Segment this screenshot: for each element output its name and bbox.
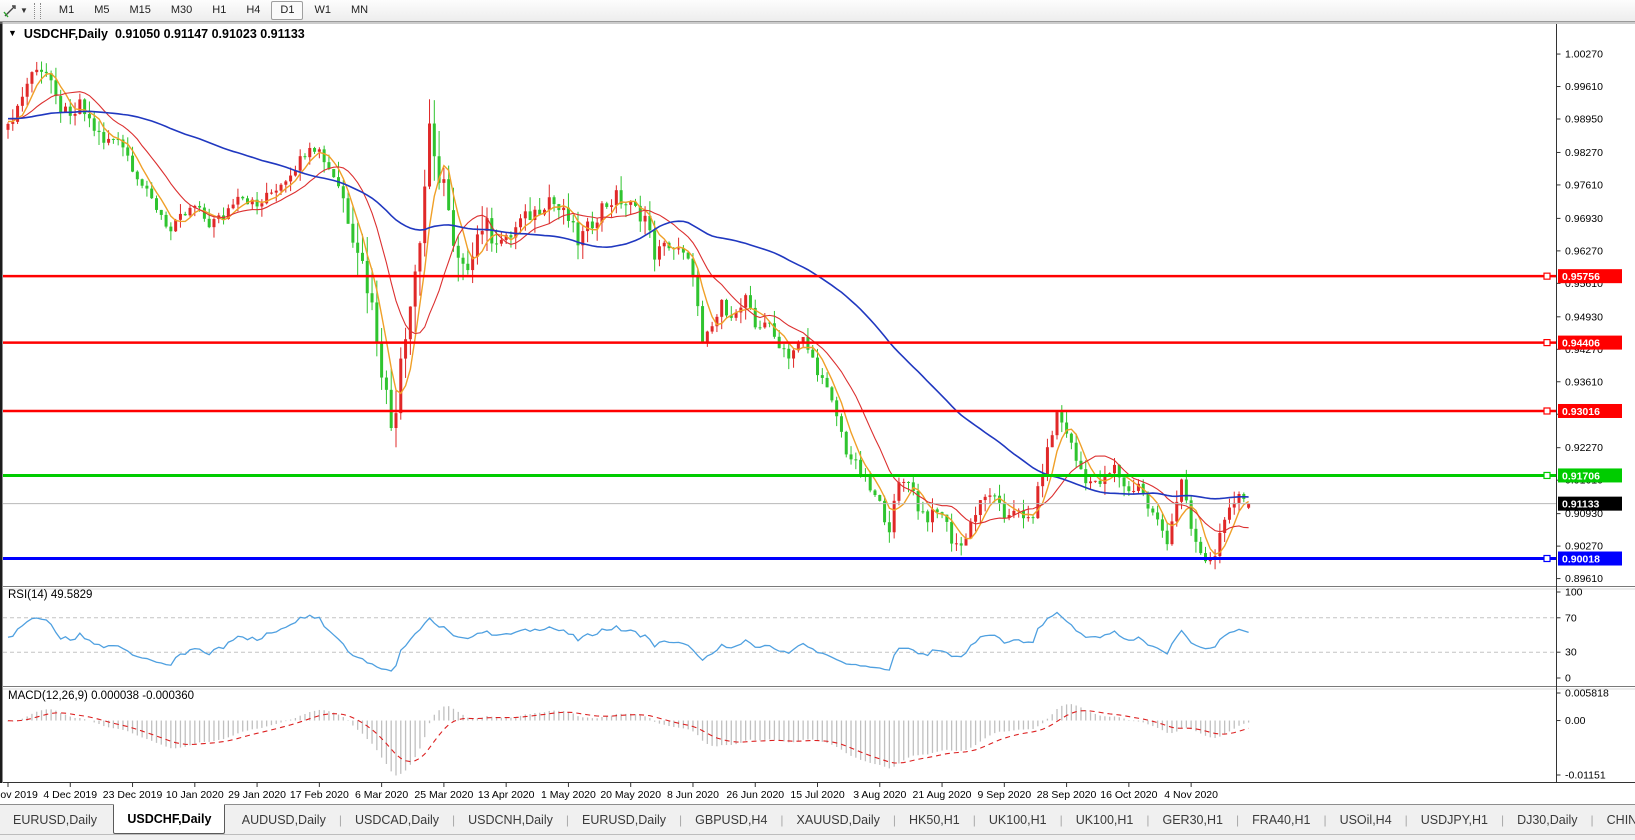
timeframe-button-mn[interactable]: MN [342,1,377,20]
svg-text:30: 30 [1565,647,1577,659]
chart-ohlc-values: 0.91050 0.91147 0.91023 0.91133 [115,27,305,41]
svg-text:17 Feb 2020: 17 Feb 2020 [290,789,349,801]
chart-tab-usdjpy-h1-14[interactable]: USDJPY,H1 [1408,805,1501,834]
chart-tab-ger30-h1-11[interactable]: GER30,H1 [1150,805,1236,834]
svg-text:0.96270: 0.96270 [1565,245,1603,257]
svg-text:28 Sep 2020: 28 Sep 2020 [1037,789,1097,801]
timeframe-toolbar: ▼ M1M5M15M30H1H4D1W1MN [0,0,1635,22]
svg-text:-0.01151: -0.01151 [1565,770,1606,782]
chart-tab-gbpusd-h4-6[interactable]: GBPUSD,H4 [682,805,780,834]
svg-text:15 Nov 2019: 15 Nov 2019 [0,789,38,801]
svg-text:0.99610: 0.99610 [1565,81,1603,93]
svg-text:0.91133: 0.91133 [1562,498,1600,510]
svg-text:0.97610: 0.97610 [1565,179,1603,191]
svg-text:16 Oct 2020: 16 Oct 2020 [1100,789,1157,801]
chart-title: ▼ USDCHF,Daily 0.91050 0.91147 0.91023 0… [8,27,305,41]
macd-label: MACD(12,26,9) 0.000038 -0.000360 [8,690,194,702]
timeframe-button-m15[interactable]: M15 [120,1,159,20]
svg-text:0.94406: 0.94406 [1562,337,1600,349]
svg-text:6 Mar 2020: 6 Mar 2020 [355,789,408,801]
timeframe-button-m1[interactable]: M1 [50,1,83,20]
timeframe-button-d1[interactable]: D1 [271,1,303,20]
mt4-terminal: ▼ M1M5M15M30H1H4D1W1MN 1.00270 0.99610 0.9… [0,0,1635,840]
chart-collapse-icon[interactable]: ▼ [8,28,17,38]
chart-tab-xauusd-daily-7[interactable]: XAUUSD,Daily [784,805,893,834]
svg-text:0.93016: 0.93016 [1562,406,1600,418]
timeframe-button-h1[interactable]: H1 [203,1,235,20]
chart-tab-eurusd-daily-0[interactable]: EURUSD,Daily [0,805,110,834]
svg-text:0.96930: 0.96930 [1565,213,1603,225]
svg-text:1 May 2020: 1 May 2020 [541,789,596,801]
chart-tab-china300-h1-16[interactable]: CHINA300,H1 [1594,805,1635,834]
timeframe-button-h4[interactable]: H4 [237,1,269,20]
svg-text:13 Apr 2020: 13 Apr 2020 [478,789,535,801]
crosshair-tool-icon[interactable] [0,2,20,20]
svg-text:23 Dec 2019: 23 Dec 2019 [103,789,163,801]
chart-tab-audusd-daily-2[interactable]: AUDUSD,Daily [229,805,339,834]
svg-text:9 Sep 2020: 9 Sep 2020 [977,789,1031,801]
chart-tab-eurusd-daily-5[interactable]: EURUSD,Daily [569,805,679,834]
svg-text:0.98950: 0.98950 [1565,114,1603,126]
chart-tab-usoil-h4-13[interactable]: USOil,H4 [1327,805,1405,834]
svg-text:10 Jan 2020: 10 Jan 2020 [166,789,224,801]
chart-window: 1.00270 0.99610 0.98950 0.98270 0.97610 0.969… [0,22,1635,804]
chart-tab-fra40-h1-12[interactable]: FRA40,H1 [1239,805,1323,834]
svg-text:25 Mar 2020: 25 Mar 2020 [414,789,473,801]
toolbar-grip [34,3,41,19]
chart-tab-dj30-daily-15[interactable]: DJ30,Daily [1504,805,1590,834]
timeframe-button-m5[interactable]: M5 [85,1,118,20]
chart-tab-hk50-h1-8[interactable]: HK50,H1 [896,805,973,834]
svg-text:100: 100 [1565,587,1583,599]
svg-text:0.98270: 0.98270 [1565,147,1603,159]
svg-text:0.91706: 0.91706 [1562,470,1600,482]
svg-text:0.90270: 0.90270 [1565,541,1603,553]
chart-tab-usdcad-daily-3[interactable]: USDCAD,Daily [342,805,452,834]
svg-text:0: 0 [1565,673,1571,685]
chart-tab-uk100-h1-10[interactable]: UK100,H1 [1063,805,1147,834]
svg-text:15 Jul 2020: 15 Jul 2020 [790,789,844,801]
chart-symbol-label: USDCHF,Daily [24,27,108,41]
svg-text:0.89610: 0.89610 [1565,573,1603,585]
svg-text:70: 70 [1565,612,1577,624]
symbol-tabbar: EURUSD,Daily USDCHF,Daily AUDUSD,Daily|U… [0,804,1635,834]
price-chart[interactable]: 1.00270 0.99610 0.98950 0.98270 0.97610 0.969… [0,22,1635,804]
rsi-label: RSI(14) 49.5829 [8,589,92,601]
svg-text:4 Nov 2020: 4 Nov 2020 [1164,789,1218,801]
svg-text:1.00270: 1.00270 [1565,49,1603,61]
statusbar-strip [0,834,1635,840]
svg-text:0.00: 0.00 [1565,715,1586,727]
svg-text:21 Aug 2020: 21 Aug 2020 [913,789,972,801]
svg-text:8 Jun 2020: 8 Jun 2020 [667,789,719,801]
svg-text:0.93610: 0.93610 [1565,376,1603,388]
svg-text:0.92270: 0.92270 [1565,442,1603,454]
svg-text:3 Aug 2020: 3 Aug 2020 [853,789,906,801]
timeframe-button-m30[interactable]: M30 [162,1,201,20]
svg-text:0.95756: 0.95756 [1562,271,1600,283]
svg-text:29 Jan 2020: 29 Jan 2020 [228,789,286,801]
tool-dropdown-icon[interactable]: ▼ [20,6,28,15]
svg-text:0.005818: 0.005818 [1565,688,1609,700]
svg-text:20 May 2020: 20 May 2020 [600,789,661,801]
svg-text:26 Jun 2020: 26 Jun 2020 [726,789,784,801]
chart-tab-uk100-h1-9[interactable]: UK100,H1 [976,805,1060,834]
svg-text:4 Dec 2019: 4 Dec 2019 [43,789,97,801]
svg-text:0.90018: 0.90018 [1562,553,1600,565]
chart-tab-usdchf-daily-1[interactable]: USDCHF,Daily [113,804,225,834]
svg-text:0.94930: 0.94930 [1565,311,1603,323]
chart-tab-usdcnh-daily-4[interactable]: USDCNH,Daily [455,805,566,834]
timeframe-button-w1[interactable]: W1 [305,1,340,20]
